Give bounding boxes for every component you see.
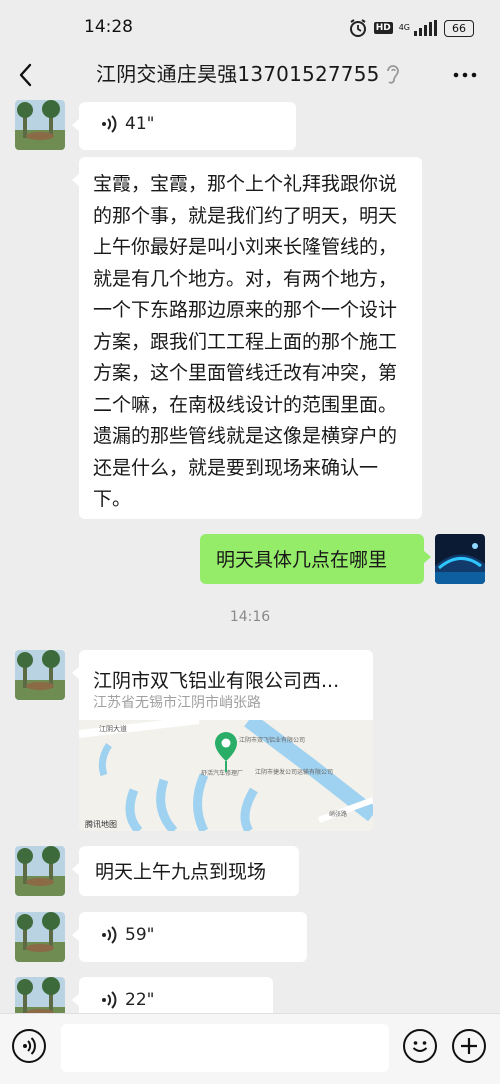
voice-message[interactable]: 59" (72, 912, 307, 962)
hd-badge: HD (373, 22, 393, 34)
message-timestamp: 14:16 (229, 609, 271, 625)
avatar-image (15, 912, 65, 962)
message-text: 明天具体几点在哪里 (216, 549, 388, 571)
voice-duration: 22" (125, 990, 155, 1010)
message-text: 宝霞，宝霞，那个上个礼拜我跟你说的那个事，就是我们约了明天，明天上午你最好是叫小… (93, 173, 398, 510)
map-attribution: 腾讯地图 (85, 819, 117, 829)
voice-message[interactable]: 41" (72, 102, 296, 150)
voice-message[interactable]: 22" (72, 977, 273, 1013)
more-dots-icon (453, 72, 477, 78)
contact-avatar[interactable] (15, 846, 65, 896)
avatar-image (15, 100, 65, 150)
voice-input-button[interactable] (12, 1029, 46, 1063)
avatar-image (435, 534, 485, 584)
message-input[interactable] (61, 1024, 389, 1072)
avatar-image (15, 650, 65, 700)
location-title: 江阴市双飞铝业有限公司西... (93, 670, 340, 692)
map-label: 江阴市捷发公司运输有限公司 (255, 768, 333, 776)
my-avatar[interactable] (435, 534, 485, 584)
smiley-icon (412, 1041, 428, 1052)
voice-mode-icon (23, 1037, 36, 1055)
more-functions-button[interactable] (452, 1029, 486, 1063)
voice-duration: 59" (125, 925, 155, 945)
input-toolbar (0, 1013, 500, 1084)
message-text: 明天上午九点到现场 (95, 861, 267, 883)
location-message[interactable]: 江阴市双飞铝业有限公司西... 江苏省无锡市江阴市峭张路 江阴大道 江阴市双飞铝… (72, 650, 373, 831)
contact-avatar[interactable] (15, 650, 65, 700)
map-label: 峭张路 (329, 810, 347, 818)
signal-icon (414, 20, 437, 36)
status-time: 14:28 (84, 17, 133, 37)
location-address: 江苏省无锡市江阴市峭张路 (93, 695, 261, 711)
text-message[interactable]: 明天上午九点到现场 (72, 846, 299, 896)
map-label: 江阴市双飞铝业有限公司 (239, 736, 305, 744)
plus-icon (461, 1038, 477, 1054)
voice-wave-icon (102, 115, 117, 133)
map-label: 舒活汽车修理厂 (201, 769, 243, 777)
emoji-button[interactable] (403, 1029, 437, 1063)
voice-wave-icon (102, 991, 117, 1009)
text-message[interactable]: 宝霞，宝霞，那个上个礼拜我跟你说的那个事，就是我们约了明天，明天上午你最好是叫小… (72, 157, 422, 519)
contact-avatar[interactable] (15, 912, 65, 962)
location-map[interactable]: 江阴大道 江阴市双飞铝业有限公司 舒活汽车修理厂 江阴市捷发公司运输有限公司 峭… (79, 720, 373, 831)
more-options-button[interactable] (452, 62, 478, 94)
network-type: 4G (398, 23, 410, 32)
message-list[interactable]: 41" 宝霞，宝霞，那个上个礼拜我跟你说的那个事，就是我们约了明天，明天上午你最… (0, 100, 500, 1013)
map-label: 江阴大道 (99, 724, 127, 733)
chat-header: 江阴交通庄昊强13701527755 (0, 56, 500, 100)
back-arrow-icon[interactable] (12, 60, 42, 90)
sent-message[interactable]: 明天具体几点在哪里 (200, 534, 431, 584)
alarm-icon (349, 19, 366, 37)
contact-avatar[interactable] (15, 100, 65, 150)
chat-title: 江阴交通庄昊强13701527755 (96, 62, 380, 86)
status-icons: HD 4G 66 (348, 17, 474, 39)
avatar-image (15, 846, 65, 896)
voice-duration: 41" (125, 114, 155, 134)
contact-avatar[interactable] (15, 977, 65, 1013)
earpiece-mode-icon (387, 65, 399, 84)
battery-icon: 66 (444, 19, 474, 37)
map-image: 江阴大道 江阴市双飞铝业有限公司 舒活汽车修理厂 江阴市捷发公司运输有限公司 峭… (79, 720, 373, 831)
status-bar: 14:28 HD 4G 66 (0, 0, 500, 56)
avatar-image (15, 977, 65, 1013)
voice-wave-icon (102, 926, 117, 944)
